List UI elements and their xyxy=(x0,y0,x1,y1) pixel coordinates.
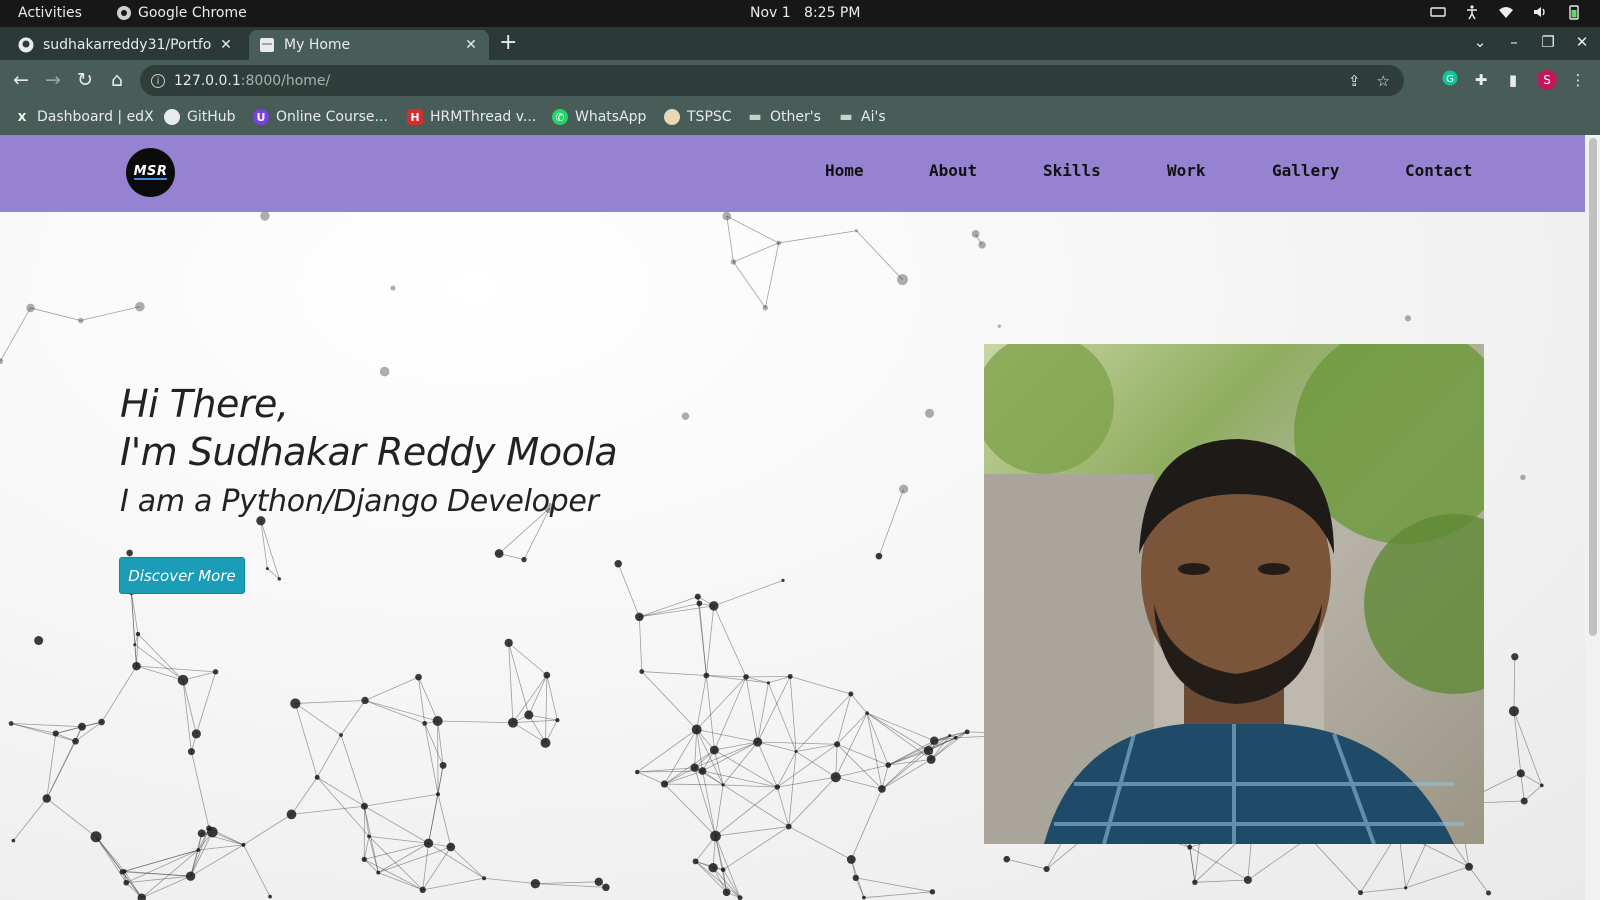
address-bar[interactable]: i 127.0.0.1:8000/home/ ⇪ ☆ xyxy=(140,65,1404,96)
bookmark-folder-others[interactable]: ▬ Other's xyxy=(747,109,821,125)
accessibility-icon[interactable] xyxy=(1464,4,1480,20)
minimize-icon[interactable]: – xyxy=(1506,33,1522,51)
home-icon[interactable]: ⌂ xyxy=(106,69,128,91)
chrome-menu-icon[interactable]: ⋮ xyxy=(1568,70,1588,90)
bookmark-label: Other's xyxy=(770,109,821,125)
new-tab-button[interactable]: + xyxy=(499,32,517,54)
bookmark-hrmthread[interactable]: H HRMThread v... xyxy=(407,109,536,125)
page-favicon-icon xyxy=(260,38,274,52)
window-controls: ⌄ – ❐ ✕ xyxy=(1472,33,1590,51)
bookmark-label: GitHub xyxy=(187,109,236,125)
hero-text: Hi There, I'm Sudhakar Reddy Moola I am … xyxy=(120,380,618,522)
folder-icon: ▬ xyxy=(839,109,853,125)
scrollbar-thumb[interactable] xyxy=(1589,138,1597,636)
grammarly-extension-icon[interactable]: G xyxy=(1440,70,1460,90)
nav-gallery[interactable]: Gallery xyxy=(1272,161,1339,180)
activities-button[interactable]: Activities xyxy=(18,5,82,21)
whatsapp-icon: ✆ xyxy=(552,109,568,125)
restore-icon[interactable]: ❐ xyxy=(1540,33,1556,51)
browser-toolbar: ← → ↻ ⌂ i 127.0.0.1:8000/home/ ⇪ ☆ G ✚ ▮… xyxy=(0,60,1600,101)
site-info-icon[interactable]: i xyxy=(151,73,165,88)
tab-strip: sudhakarreddy31/Portfo ✕ My Home ✕ xyxy=(0,27,1600,60)
tab-title: sudhakarreddy31/Portfo xyxy=(43,37,212,53)
close-icon[interactable]: ✕ xyxy=(463,37,479,53)
page-scrollbar[interactable] xyxy=(1585,135,1600,900)
site-navbar: MSR Home About Skills Work Gallery Conta… xyxy=(0,135,1585,212)
github-icon xyxy=(164,109,180,125)
clock-time: 8:25 PM xyxy=(804,5,861,21)
svg-text:G: G xyxy=(1446,74,1454,85)
bookmark-label: HRMThread v... xyxy=(430,109,537,125)
keyboard-icon[interactable] xyxy=(1430,4,1446,20)
omnibox-actions: ⇪ ☆ xyxy=(1348,72,1390,90)
back-icon[interactable]: ← xyxy=(10,69,32,91)
nav-about[interactable]: About xyxy=(929,161,977,180)
logo-text: MSR xyxy=(133,163,168,180)
battery-icon[interactable] xyxy=(1566,4,1582,20)
system-tray[interactable] xyxy=(1430,4,1582,20)
bookmark-label: Dashboard | edX xyxy=(37,109,154,125)
bookmark-label: Ai's xyxy=(861,109,886,125)
bookmark-label: WhatsApp xyxy=(575,109,647,125)
folder-icon: ▬ xyxy=(748,109,762,125)
github-icon xyxy=(18,37,34,53)
reload-icon[interactable]: ↻ xyxy=(74,69,96,91)
url-path: :8000/home/ xyxy=(240,72,331,89)
role-subheading: I am a Python/Django Developer xyxy=(120,484,599,519)
site-logo[interactable]: MSR xyxy=(126,148,175,197)
extensions-icon[interactable]: ✚ xyxy=(1471,70,1491,90)
close-icon[interactable]: ✕ xyxy=(218,37,234,53)
app-name: Google Chrome xyxy=(138,5,247,21)
tab-search-icon[interactable]: ⌄ xyxy=(1472,33,1488,51)
bookmark-whatsapp[interactable]: ✆ WhatsApp xyxy=(552,109,646,125)
system-top-bar: Activities Google Chrome Nov 1 8:25 PM xyxy=(0,0,1600,27)
online-course-icon: U xyxy=(253,109,269,125)
chrome-icon xyxy=(117,6,131,20)
profile-avatar[interactable]: S xyxy=(1537,70,1557,90)
name-heading: I'm Sudhakar Reddy Moola xyxy=(120,430,618,474)
bookmark-edx[interactable]: X Dashboard | edX xyxy=(14,109,154,125)
bookmark-folder-ais[interactable]: ▬ Ai's xyxy=(838,109,886,125)
bookmarks-bar: X Dashboard | edX GitHub U Online Course..… xyxy=(0,101,1600,136)
share-icon[interactable]: ⇪ xyxy=(1348,72,1361,90)
wifi-icon[interactable] xyxy=(1498,4,1514,20)
nav-work[interactable]: Work xyxy=(1167,161,1206,180)
clock-date: Nov 1 xyxy=(750,5,791,21)
bookmark-online-course[interactable]: U Online Course... xyxy=(253,109,388,125)
tab-my-home[interactable]: My Home ✕ xyxy=(249,30,489,60)
tab-github[interactable]: sudhakarreddy31/Portfo ✕ xyxy=(8,30,244,60)
nav-skills[interactable]: Skills xyxy=(1043,161,1101,180)
side-panel-icon[interactable]: ▮ xyxy=(1503,70,1523,90)
nav-home[interactable]: Home xyxy=(825,161,864,180)
bookmark-tspsc[interactable]: TSPSC xyxy=(664,109,732,125)
discover-more-button[interactable]: Discover More xyxy=(119,557,245,594)
app-menu[interactable]: Google Chrome xyxy=(116,5,247,21)
tspsc-icon xyxy=(664,109,680,125)
edx-icon: X xyxy=(17,110,27,124)
hrmthread-icon: H xyxy=(407,109,423,125)
window-close-icon[interactable]: ✕ xyxy=(1574,33,1590,51)
profile-photo xyxy=(984,344,1484,844)
nav-contact[interactable]: Contact xyxy=(1405,161,1472,180)
bookmark-github[interactable]: GitHub xyxy=(164,109,236,125)
page-viewport: MSR Home About Skills Work Gallery Conta… xyxy=(0,135,1585,900)
volume-icon[interactable] xyxy=(1532,4,1548,20)
bookmark-label: Online Course... xyxy=(276,109,388,125)
url-text[interactable]: 127.0.0.1:8000/home/ xyxy=(174,73,330,89)
forward-icon[interactable]: → xyxy=(42,69,64,91)
bookmark-star-icon[interactable]: ☆ xyxy=(1377,72,1390,90)
clock[interactable]: Nov 1 8:25 PM xyxy=(750,5,860,21)
url-host: 127.0.0.1 xyxy=(174,72,241,89)
bookmark-label: TSPSC xyxy=(687,109,732,125)
tab-title: My Home xyxy=(284,37,351,53)
greeting-heading: Hi There, xyxy=(120,382,289,426)
